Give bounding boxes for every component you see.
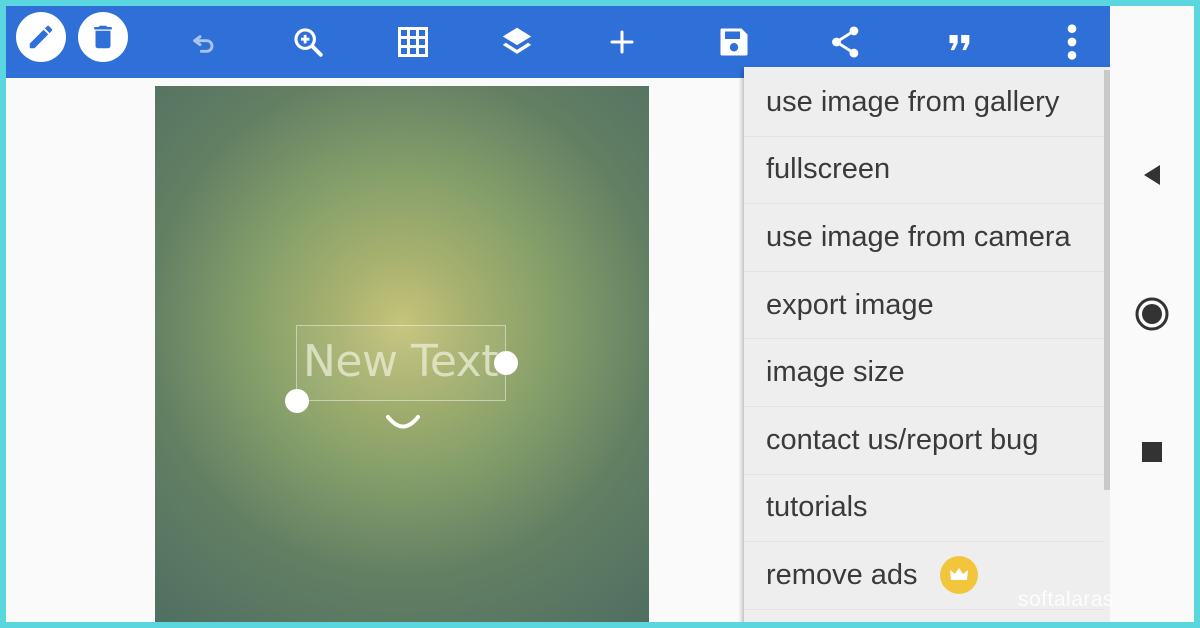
zoom-in-button[interactable] — [278, 6, 338, 78]
watermark: softalaras — [1018, 588, 1115, 611]
menu-item-gallery[interactable]: use image from gallery — [744, 69, 1104, 137]
square-recents-icon — [1142, 442, 1162, 462]
resize-handle-right[interactable] — [494, 351, 518, 375]
image-canvas[interactable]: New Text — [155, 86, 649, 622]
pencil-button[interactable] — [16, 12, 66, 62]
grid-icon — [398, 27, 428, 57]
menu-item-label: export image — [766, 288, 934, 321]
pencil-icon — [29, 25, 53, 49]
home-button[interactable] — [1132, 294, 1172, 334]
quote-icon — [949, 35, 970, 51]
layers-button[interactable] — [487, 6, 547, 78]
trash-icon — [94, 25, 112, 49]
menu-item-label: contact us/report bug — [766, 423, 1039, 456]
menu-item-label: remove ads — [766, 558, 918, 591]
floppy-disk-icon — [720, 28, 748, 56]
menu-item-label: use image from camera — [766, 220, 1071, 253]
text-layer-box[interactable]: New Text — [296, 325, 506, 401]
menu-item-camera[interactable]: use image from camera — [744, 204, 1104, 272]
zoom-in-icon — [294, 28, 323, 57]
back-button[interactable] — [1132, 155, 1172, 195]
crown-icon — [939, 556, 978, 595]
menu-item-fullscreen[interactable]: fullscreen — [744, 137, 1104, 205]
grid-button[interactable] — [383, 6, 443, 78]
more-vertical-icon — [1067, 24, 1077, 60]
menu-item-image-size[interactable]: image size — [744, 339, 1104, 407]
canvas-text[interactable]: New Text — [303, 336, 498, 387]
recents-button[interactable] — [1132, 432, 1172, 472]
menu-item-label: use image from gallery — [766, 85, 1060, 118]
share-icon — [832, 26, 859, 58]
menu-item-export-image[interactable]: export image — [744, 272, 1104, 340]
resize-handle-left[interactable] — [285, 389, 309, 413]
system-nav-bar — [1110, 6, 1194, 622]
menu-item-label: image size — [766, 356, 905, 389]
plus-icon — [610, 30, 634, 54]
layers-icon — [502, 27, 532, 54]
undo-icon — [193, 35, 214, 53]
overflow-menu: use image from gallery fullscreen use im… — [744, 67, 1110, 622]
triangle-left-icon — [1144, 165, 1160, 185]
add-button[interactable] — [592, 6, 652, 78]
undo-button[interactable] — [174, 6, 234, 78]
menu-item-label: fullscreen — [766, 153, 891, 186]
circle-home-icon — [1135, 297, 1169, 331]
menu-item-contact[interactable]: contact us/report bug — [744, 407, 1104, 475]
app-frame: New Text use image from gallery fullscre… — [6, 6, 1194, 622]
rotate-handle-icon[interactable] — [385, 414, 421, 434]
trash-button[interactable] — [78, 12, 128, 62]
menu-item-label: tutorials — [766, 491, 868, 524]
menu-item-tutorials[interactable]: tutorials — [744, 475, 1104, 543]
